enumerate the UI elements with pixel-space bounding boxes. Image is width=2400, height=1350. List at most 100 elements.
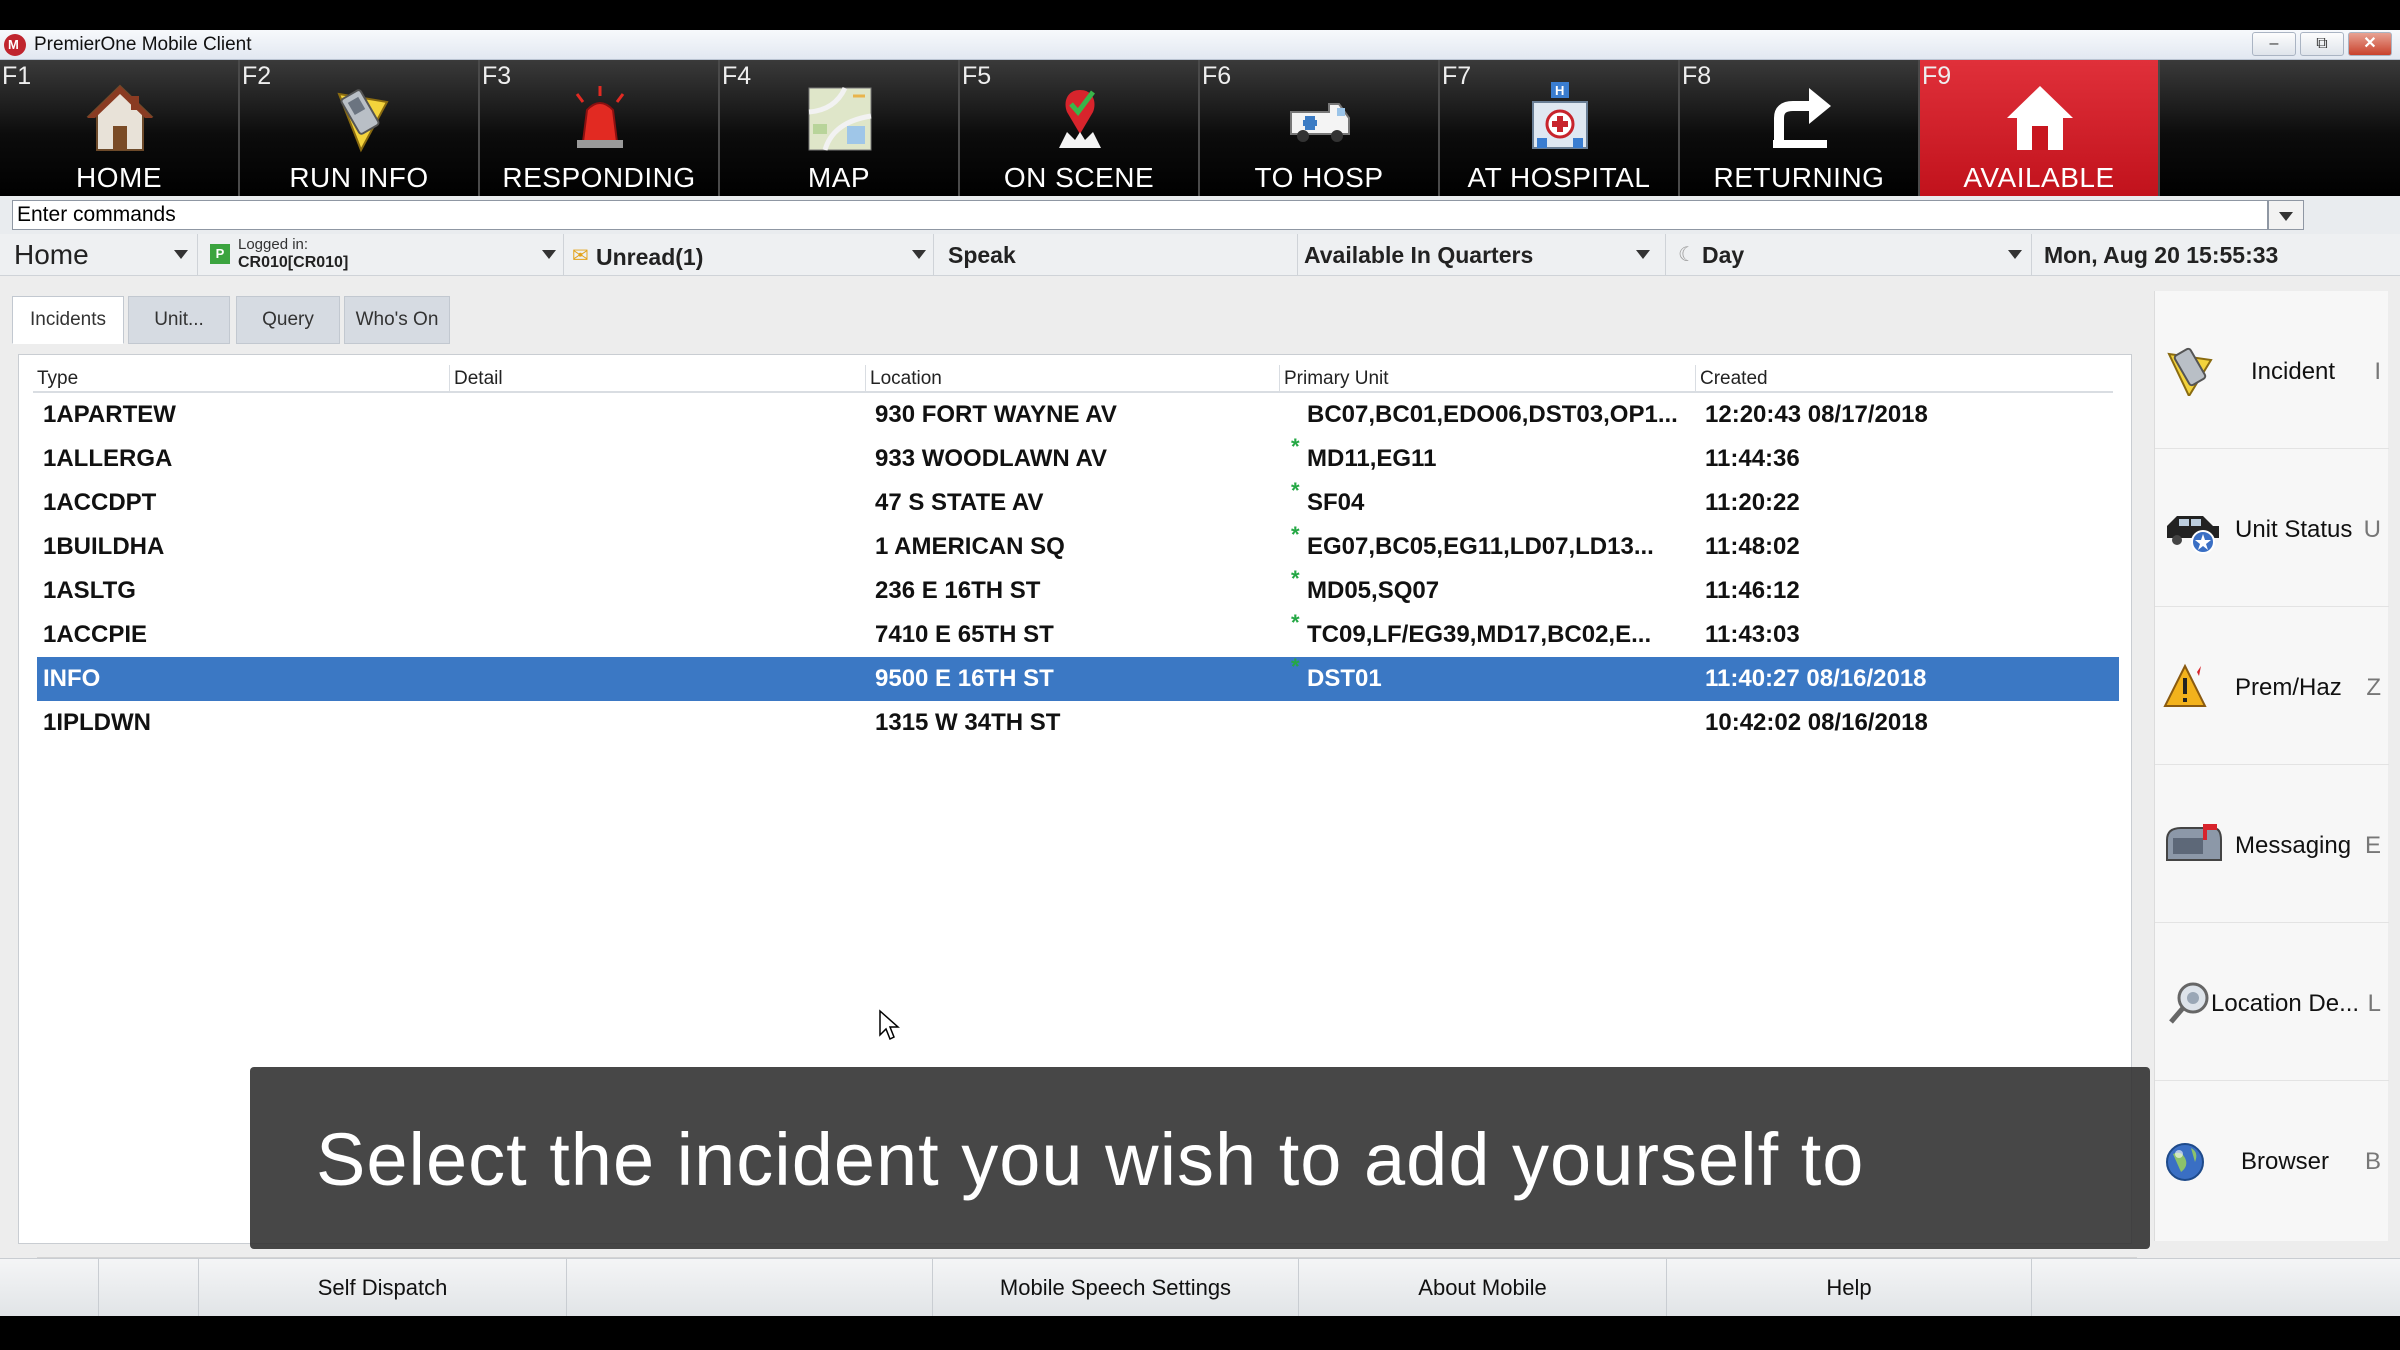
cell-type: 1BUILDHA xyxy=(43,533,165,560)
fkey-label: F1 xyxy=(2,62,32,90)
speak-button[interactable]: Speak xyxy=(934,234,1298,276)
unread-messages-selector[interactable]: ✉ Unread(1) xyxy=(564,234,934,276)
fkey-caption: HOME xyxy=(76,162,162,193)
about-mobile-button[interactable]: About Mobile xyxy=(1298,1259,1666,1317)
f2-run-info-button[interactable]: F2 RUN INFO xyxy=(240,60,480,196)
close-button[interactable]: ✕ xyxy=(2348,32,2392,56)
fkey-label: F7 xyxy=(1442,62,1472,90)
self-dispatch-button[interactable]: Self Dispatch xyxy=(198,1259,566,1317)
sidebar-item-browser[interactable]: Browser B xyxy=(2155,1081,2389,1239)
sidebar-item-unit-status[interactable]: Unit Status U xyxy=(2155,449,2389,607)
f5-on-scene-button[interactable]: F5 ON SCENE xyxy=(960,60,1200,196)
empty-slot xyxy=(566,1259,932,1317)
cell-created: 10:42:02 08/16/2018 xyxy=(1705,709,1928,736)
sidebar-item-label: Location De... xyxy=(2211,990,2360,1017)
cell-primary-unit: SF04 xyxy=(1307,489,1365,516)
cell-detail xyxy=(459,657,869,701)
tab-query[interactable]: Query xyxy=(236,296,340,344)
shift-selector[interactable]: ☾ Day xyxy=(1666,234,2032,276)
table-row[interactable]: 1ALLERGA 933 WOODLAWN AV MD11,EG11 * 11:44:3… xyxy=(37,435,2119,481)
f6-to-hosp-button[interactable]: F6 TO HOSP xyxy=(1200,60,1440,196)
f4-map-button[interactable]: F4 MAP xyxy=(720,60,960,196)
login-selector[interactable]: P Logged in: CR010[CR010] xyxy=(198,234,564,276)
new-update-marker: * xyxy=(1291,654,1300,679)
app-window: PremierOne Mobile Client – ⧉ ✕ F1 HOME F… xyxy=(0,0,2400,1350)
f1-home-button[interactable]: F1 HOME xyxy=(0,60,240,196)
view-selector-value: Home xyxy=(14,239,89,270)
status-toolbar: F1 HOME F2 RUN INFO F3 RESPONDING F4 MAP… xyxy=(0,60,2400,196)
fkey-label: F3 xyxy=(482,62,512,90)
fkey-label: F4 xyxy=(722,62,752,90)
cell-type: 1ACCDPT xyxy=(43,489,157,516)
table-row[interactable]: 1APARTEW 930 FORT WAYNE AV BC07,BC01,EDO06… xyxy=(37,393,2119,437)
sidebar-item-shortcut: I xyxy=(2374,358,2381,385)
table-row[interactable]: 1ASLTG 236 E 16TH ST MD05,SQ07 * 11:46:12 xyxy=(37,567,2119,613)
globe-icon xyxy=(2166,1143,2204,1181)
home-icon xyxy=(86,84,154,151)
cell-primary-unit: EG07,BC05,EG11,LD07,LD13... xyxy=(1307,533,1654,560)
siren-icon xyxy=(575,86,625,148)
chevron-down-icon xyxy=(174,250,188,259)
view-selector[interactable]: Home xyxy=(0,234,198,276)
cell-primary-unit: DST01 xyxy=(1307,665,1382,692)
command-dropdown-button[interactable] xyxy=(2268,200,2304,230)
tab-incidents[interactable]: Incidents xyxy=(12,296,124,344)
column-header-created[interactable]: Created xyxy=(1695,365,2113,393)
sidebar-item-shortcut: E xyxy=(2364,832,2381,859)
column-header-location[interactable]: Location xyxy=(865,365,1279,393)
fkey-label: F2 xyxy=(242,62,272,90)
f8-returning-button[interactable]: F8 RETURNING xyxy=(1680,60,1920,196)
f9-available-button[interactable]: F9 AVAILABLE xyxy=(1920,60,2160,196)
cell-detail xyxy=(459,701,869,745)
empty-slot xyxy=(98,1259,198,1317)
cell-primary-unit: TC09,LF/EG39,MD17,BC02,E... xyxy=(1307,621,1652,648)
minimize-button[interactable]: – xyxy=(2252,32,2296,56)
sidebar-item-prem-haz[interactable]: Prem/Haz Z xyxy=(2155,607,2389,765)
new-update-marker: * xyxy=(1291,610,1300,635)
instruction-text: Select the incident you wish to add your… xyxy=(316,1118,1865,1201)
fkey-caption: RETURNING xyxy=(1713,162,1885,193)
f3-responding-button[interactable]: F3 RESPONDING xyxy=(480,60,720,196)
tab-unit[interactable]: Unit... xyxy=(128,296,230,344)
sidebar-item-incident[interactable]: Incident I xyxy=(2155,291,2389,449)
cell-location: 7410 E 65TH ST xyxy=(875,621,1054,648)
return-arrow-icon xyxy=(1773,88,1831,148)
sidebar-item-location-details[interactable]: Location De... L xyxy=(2155,923,2389,1081)
table-row[interactable]: 1IPLDWN 1315 W 34TH ST 10:42:02 08/16/2018 xyxy=(37,701,2119,745)
sidebar-item-shortcut: L xyxy=(2367,990,2381,1017)
sidebar-item-messaging[interactable]: Messaging E xyxy=(2155,765,2389,923)
title-bar: PremierOne Mobile Client – ⧉ ✕ xyxy=(0,30,2400,60)
cell-type: INFO xyxy=(43,665,101,692)
mailbox-icon xyxy=(2166,824,2222,861)
moon-icon: ☾ xyxy=(1678,244,1696,266)
cell-created: 11:20:22 xyxy=(1705,489,1800,516)
f7-at-hospital-button[interactable]: F7 H AT HOSPITAL xyxy=(1440,60,1680,196)
column-header-type[interactable]: Type xyxy=(33,365,449,393)
column-header-primary-unit[interactable]: Primary Unit xyxy=(1279,365,1695,393)
unit-status-selector[interactable]: Available In Quarters xyxy=(1298,234,1666,276)
fkey-label: F8 xyxy=(1682,62,1712,90)
table-row[interactable]: 1BUILDHA 1 AMERICAN SQ EG07,BC05,EG11,LD07… xyxy=(37,522,2119,569)
cell-location: 236 E 16TH ST xyxy=(875,577,1041,604)
command-input[interactable] xyxy=(12,200,2268,230)
restore-button[interactable]: ⧉ xyxy=(2300,32,2344,56)
table-header: Type Detail Location Primary Unit Create… xyxy=(33,365,2113,393)
column-header-detail[interactable]: Detail xyxy=(449,365,865,393)
speak-label: Speak xyxy=(948,242,1016,268)
table-row[interactable]: INFO 9500 E 16TH ST DST01 * 11:40:27 08/16/2… xyxy=(37,654,2119,701)
help-button[interactable]: Help xyxy=(1666,1259,2032,1317)
letterbox-bar xyxy=(0,1316,2400,1350)
cell-primary-unit xyxy=(1289,701,1699,745)
fkey-caption: RUN INFO xyxy=(289,162,429,193)
table-row[interactable]: 1ACCDPT 47 S STATE AV SF04 * 11:20:22 xyxy=(37,478,2119,525)
hospital-icon: H xyxy=(1532,82,1588,149)
new-update-marker: * xyxy=(1291,478,1300,503)
mail-star-icon: ✉ xyxy=(572,245,589,267)
new-update-marker: * xyxy=(1291,522,1300,547)
mobile-speech-settings-button[interactable]: Mobile Speech Settings xyxy=(932,1259,1298,1317)
cell-type: 1ASLTG xyxy=(43,577,136,604)
datetime-value: Mon, Aug 20 15:55:33 xyxy=(2044,242,2279,268)
tab-whos-on[interactable]: Who's On xyxy=(344,296,450,344)
cell-type: 1APARTEW xyxy=(43,401,176,428)
table-row[interactable]: 1ACCPIE 7410 E 65TH ST TC09,LF/EG39,MD17,B… xyxy=(37,610,2119,657)
